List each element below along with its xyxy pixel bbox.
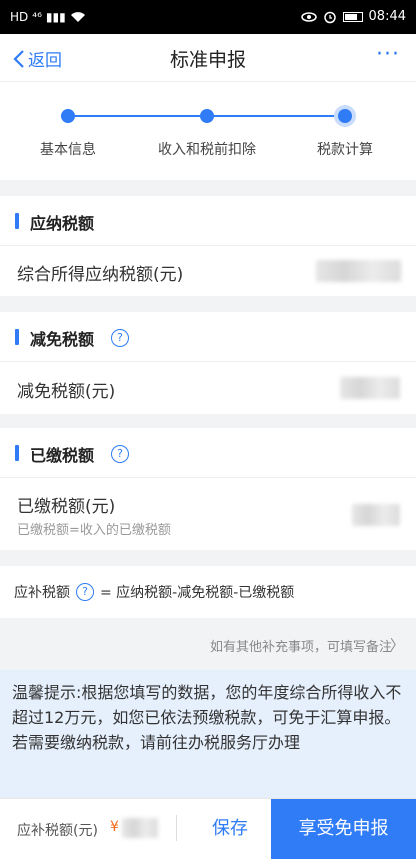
step-dot-basic-info <box>61 109 75 123</box>
remark-link[interactable]: 如有其他补充事项，可填写备注 〉 <box>0 618 416 670</box>
formula-text: 应补税额 ? = 应纳税额-减免税额-已缴税额 <box>14 582 294 602</box>
question-icon[interactable]: ? <box>76 583 94 601</box>
step-line-1 <box>68 115 207 117</box>
step-line-2 <box>207 115 345 117</box>
wifi-icon <box>70 12 85 22</box>
remark-text: 如有其他补充事项，可填写备注 <box>209 640 392 655</box>
section-accent-bar <box>15 445 19 461</box>
network-icon: ⁴⁶ <box>32 10 42 24</box>
tip-text: 温馨提示:根据您填写的数据，您的年度综合所得收入不超过12万元，如您已依法预缴税… <box>12 683 402 752</box>
section-payable-header: 应纳税额 <box>0 196 416 246</box>
question-icon[interactable]: ? <box>111 445 129 463</box>
due-amount-label: 应补税额(元) <box>17 823 98 839</box>
step-dot-tax-calc <box>334 105 356 127</box>
paid-amount-label: 已缴税额(元) <box>17 497 116 517</box>
formula-row: 应补税额 ? = 应纳税额-减免税额-已缴税额 <box>0 566 416 618</box>
payable-amount-row: 综合所得应纳税额(元) <box>0 246 416 296</box>
clock-time: 08:44 <box>368 9 406 24</box>
nav-bar: 返回 标准申报 ··· <box>0 34 416 82</box>
section-paid-header: 已缴税额 ? <box>0 428 416 478</box>
hd-icon: HD <box>10 10 29 24</box>
bottom-action-bar: 应补税额(元) ¥ 保存 享受免申报 <box>0 798 416 859</box>
battery-icon <box>342 11 363 22</box>
formula-expression: = 应纳税额-减免税额-已缴税额 <box>100 585 295 601</box>
eye-icon <box>300 11 317 22</box>
step-label-income[interactable]: 收入和税前扣除 <box>158 139 256 159</box>
step-label-tax-calc[interactable]: 税款计算 <box>317 139 373 159</box>
status-left-icons: HD ⁴⁶ ▮▮▮ <box>10 9 86 25</box>
due-amount-value <box>122 818 158 838</box>
section-payable-title: 应纳税额 <box>30 214 95 233</box>
reduction-amount-row: 减免税额(元) <box>0 362 416 414</box>
formula-label: 应补税额 <box>14 585 70 601</box>
more-menu-icon[interactable]: ··· <box>376 42 400 67</box>
question-icon[interactable]: ? <box>111 329 129 347</box>
paid-amount-value <box>352 504 400 526</box>
paid-amount-hint: 已缴税额=收入的已缴税额 <box>17 523 171 538</box>
payable-amount-value <box>316 260 401 282</box>
section-accent-bar <box>15 213 19 229</box>
reduction-amount-value <box>340 377 400 399</box>
divider <box>176 815 177 841</box>
section-reduction-title: 减免税额 <box>30 330 95 349</box>
signal-icon: ▮▮▮ <box>45 10 66 24</box>
exempt-filing-button[interactable]: 享受免申报 <box>271 799 416 859</box>
step-label-basic-info[interactable]: 基本信息 <box>40 139 96 159</box>
page-title: 标准申报 <box>169 49 246 71</box>
chevron-right-icon: 〉 <box>390 638 404 654</box>
section-accent-bar <box>15 329 19 345</box>
section-reduction-header: 减免税额 ? <box>0 312 416 362</box>
payable-amount-label: 综合所得应纳税额(元) <box>17 265 184 285</box>
alarm-icon <box>323 11 336 23</box>
step-dot-income <box>200 109 214 123</box>
status-bar: HD ⁴⁶ ▮▮▮ 08:44 <box>0 0 416 34</box>
paid-amount-row: 已缴税额(元) 已缴税额=收入的已缴税额 <box>0 478 416 550</box>
section-paid-title: 已缴税额 <box>30 446 95 465</box>
save-button[interactable]: 保存 <box>190 799 270 859</box>
currency-symbol: ¥ <box>110 819 119 835</box>
step-indicator: 基本信息 收入和税前扣除 税款计算 <box>0 82 416 180</box>
status-right-icons: 08:44 <box>300 9 406 24</box>
reduction-amount-label: 减免税额(元) <box>17 382 116 402</box>
tip-box: 温馨提示:根据您填写的数据，您的年度综合所得收入不超过12万元，如您已依法预缴税… <box>0 670 416 798</box>
